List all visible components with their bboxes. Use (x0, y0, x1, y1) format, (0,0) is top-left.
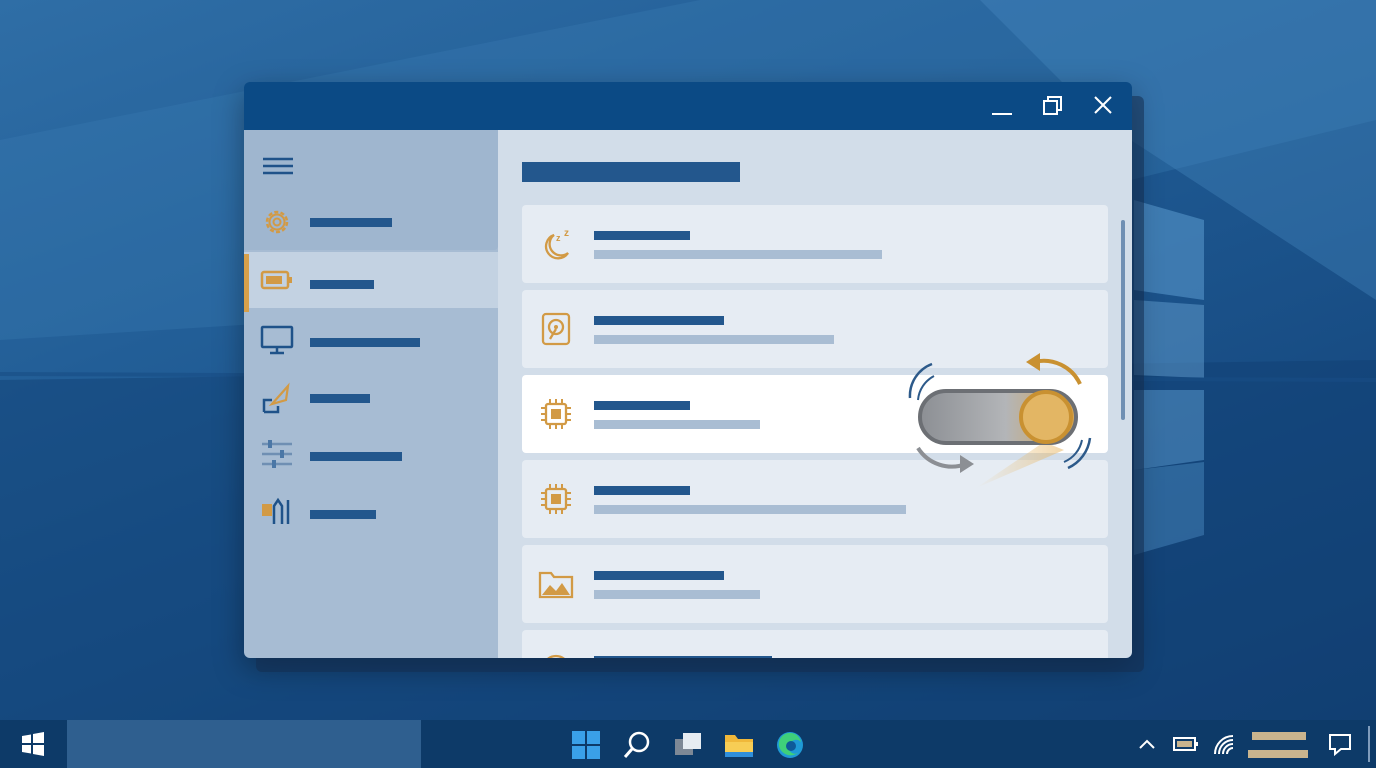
taskbar-search-box[interactable] (67, 720, 421, 768)
card-description (594, 420, 760, 429)
battery-status-button[interactable] (1172, 732, 1200, 756)
battery-icon (260, 270, 292, 290)
sidebar-item-tools[interactable] (244, 482, 498, 538)
notification-center-button[interactable] (1328, 732, 1352, 757)
setting-card-time[interactable] (522, 630, 1108, 658)
minimize-icon (992, 113, 1012, 115)
start-menu-button[interactable] (571, 730, 601, 760)
card-title (594, 656, 772, 658)
sidebar-item-label (310, 452, 402, 461)
card-title (594, 401, 690, 410)
share-pen-icon (262, 382, 290, 414)
title-bar[interactable] (244, 82, 1132, 130)
hamburger-icon (263, 157, 293, 175)
windows-logo-icon (22, 732, 44, 756)
start-menu-icon (572, 731, 600, 759)
monitor-icon (260, 325, 294, 355)
toggle-switch[interactable] (904, 350, 1100, 490)
sidebar-item-label (310, 510, 376, 519)
sidebar-item-power[interactable] (244, 252, 498, 312)
show-hidden-icons-button[interactable] (1137, 732, 1157, 756)
gear-icon (265, 210, 289, 234)
taskbar (0, 720, 1376, 768)
battery-icon (1173, 737, 1198, 751)
card-description (594, 590, 760, 599)
task-view-button[interactable] (673, 730, 703, 760)
page-title (522, 162, 740, 182)
sidebar-item-share[interactable] (244, 370, 498, 426)
clock-icon (547, 654, 565, 658)
sidebar-item-label (310, 218, 392, 227)
card-title (594, 486, 690, 495)
hamburger-menu-button[interactable] (262, 156, 294, 178)
restore-icon (1043, 96, 1062, 115)
card-title (594, 231, 690, 240)
start-button[interactable] (0, 720, 66, 768)
svg-text:z: z (564, 228, 569, 239)
processor-icon (541, 484, 571, 514)
restore-button[interactable] (1038, 92, 1068, 120)
task-view-icon (675, 733, 701, 755)
hard-disk-icon (541, 312, 571, 346)
clock-date (1248, 750, 1308, 758)
close-icon (1094, 96, 1112, 114)
edge-icon (777, 732, 803, 758)
file-explorer-icon (725, 735, 753, 757)
setting-card-sleep[interactable]: z z (522, 205, 1108, 283)
content-scrollbar[interactable] (1121, 220, 1125, 420)
setting-card-pictures[interactable] (522, 545, 1108, 623)
sidebar-item-system[interactable] (244, 194, 498, 250)
card-title (594, 316, 724, 325)
minimize-button[interactable] (986, 92, 1016, 120)
processor-icon (541, 399, 571, 429)
sleep-icon: z z (544, 228, 569, 260)
edge-browser-button[interactable] (775, 730, 805, 760)
wifi-icon (1214, 735, 1234, 755)
search-icon (623, 731, 650, 758)
sliders-icon (262, 440, 292, 468)
window-title (244, 82, 245, 83)
card-description (594, 335, 834, 344)
sidebar (244, 130, 498, 658)
svg-text:z: z (556, 233, 561, 243)
notification-icon (1329, 734, 1351, 757)
card-description (594, 505, 906, 514)
sidebar-item-label (310, 280, 374, 289)
sidebar-item-adjustments[interactable] (244, 426, 498, 482)
toggle-switch-graphic (908, 353, 1092, 488)
tools-icon (262, 497, 290, 524)
card-title (594, 571, 724, 580)
file-explorer-button[interactable] (724, 730, 754, 760)
show-desktop-button[interactable] (1368, 726, 1370, 762)
card-description (594, 250, 882, 259)
sidebar-item-label (310, 338, 420, 347)
close-button[interactable] (1088, 92, 1118, 120)
network-status-button[interactable] (1211, 732, 1237, 756)
sidebar-item-label (310, 394, 370, 403)
image-folder-icon (538, 571, 574, 599)
sidebar-item-display[interactable] (244, 312, 498, 368)
selection-indicator (244, 254, 249, 312)
search-button[interactable] (622, 730, 652, 760)
chevron-up-icon (1139, 739, 1155, 749)
clock-time (1252, 732, 1306, 740)
